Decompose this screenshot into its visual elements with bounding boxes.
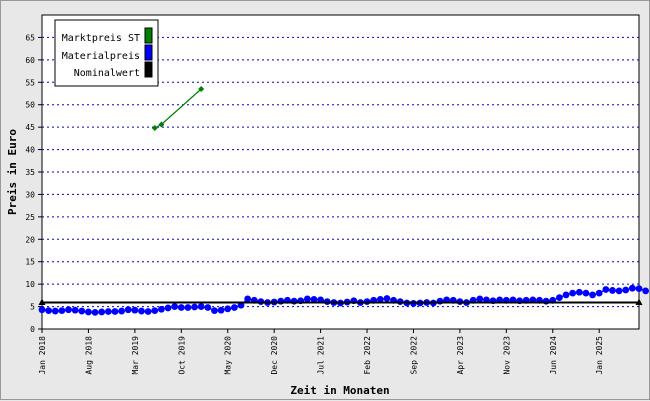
series-1-point-60 [436, 297, 444, 305]
y-tick-label-0: 0 [30, 325, 35, 334]
y-tick-label-5: 5 [30, 303, 35, 312]
x-tick-label-6: Jul 2021 [317, 336, 326, 375]
series-1-point-88 [622, 286, 630, 294]
series-1-point-1 [45, 307, 53, 315]
series-1-point-84 [595, 289, 603, 297]
x-tick-label-1: Aug 2018 [84, 336, 93, 375]
legend-label-marktpreis: Marktpreis ST [62, 33, 140, 44]
series-1-point-18 [158, 305, 165, 313]
y-tick-label-35: 35 [25, 168, 35, 177]
legend-swatch-marktpreis [144, 27, 153, 44]
series-1-point-19 [164, 304, 172, 312]
x-tick-label-7: Feb 2022 [363, 336, 372, 375]
x-tick-label-0: Jan 2018 [38, 336, 47, 375]
x-tick-label-3: Oct 2019 [177, 336, 186, 375]
y-tick-label-25: 25 [25, 213, 35, 222]
y-tick-label-10: 10 [25, 280, 35, 289]
chart-frame: 0 5 10 15 20 25 30 35 40 45 50 55 60 65 Jan 2018 Aug 2… [0, 0, 650, 400]
x-tick-label-4: May 2020 [224, 336, 233, 375]
series-1-point-9 [98, 308, 106, 316]
series-1-point-28 [224, 305, 232, 313]
series-1-point-66 [476, 295, 484, 303]
series-1-point-23 [191, 303, 198, 311]
legend-swatch-nominalwert [144, 61, 153, 78]
series-1-point-16 [144, 308, 152, 315]
y-tick-label-50: 50 [25, 101, 35, 110]
series-1-point-22 [184, 304, 192, 311]
series-1-point-90 [635, 285, 643, 293]
y-tick-label-40: 40 [25, 146, 35, 155]
series-1-point-52 [383, 295, 391, 302]
x-tick-label-5: Dec 2020 [270, 336, 279, 375]
series-1-point-31 [244, 295, 252, 303]
y-tick-label-55: 55 [25, 78, 35, 87]
series-1-point-7 [85, 308, 92, 316]
series-1-point-6 [78, 307, 86, 315]
series-1-point-27 [217, 306, 225, 314]
series-1-point-85 [602, 286, 610, 293]
series-1-point-81 [575, 288, 583, 296]
series-1-point-87 [615, 287, 623, 295]
price-chart: 0 5 10 15 20 25 30 35 40 45 50 55 60 65 Jan 2018 Aug 2… [6, 14, 650, 397]
series-1-point-13 [124, 306, 132, 314]
y-axis: 0 5 10 15 20 25 30 35 40 45 50 55 60 65 [25, 33, 42, 334]
series-1-point-26 [211, 307, 218, 315]
series-1-point-40 [303, 295, 311, 303]
series-1-point-86 [609, 287, 616, 294]
y-tick-label-65: 65 [25, 33, 35, 42]
series-1-point-89 [628, 284, 636, 292]
series-1-point-4 [65, 306, 72, 314]
x-tick-label-2: Mar 2019 [131, 336, 140, 375]
y-axis-title: Preis in Euro [6, 129, 19, 215]
legend-swatch-materialpreis [144, 44, 153, 61]
legend-label-nominalwert: Nominalwert [74, 68, 140, 79]
x-axis: Jan 2018 Aug 2018 Mar 2019 Oct 2019 May 2020… [38, 329, 604, 375]
y-tick-label-20: 20 [25, 235, 35, 244]
series-1-point-38 [290, 297, 298, 305]
series-1-point-91 [642, 287, 650, 295]
series-1-point-25 [204, 304, 212, 311]
series-1-point-14 [131, 306, 139, 314]
y-tick-label-60: 60 [25, 56, 35, 65]
series-1-point-76 [542, 297, 550, 305]
series-1-point-0 [38, 306, 46, 314]
series-1-point-2 [51, 307, 59, 315]
y-tick-label-30: 30 [25, 190, 35, 199]
series-1-point-83 [589, 291, 596, 299]
y-tick-label-45: 45 [25, 123, 35, 132]
series-1-point-82 [582, 289, 590, 297]
series-1-point-29 [230, 304, 238, 311]
series-1-point-5 [71, 306, 79, 314]
x-axis-title: Zeit in Monaten [290, 384, 389, 397]
series-1-point-17 [151, 307, 159, 315]
x-tick-label-10: Nov 2023 [502, 336, 511, 375]
x-tick-label-8: Sep 2022 [409, 336, 418, 375]
legend: Marktpreis ST Materialpreis Nominalwert [54, 19, 159, 87]
y-tick-label-15: 15 [25, 258, 35, 267]
series-1-point-36 [277, 297, 285, 305]
legend-label-materialpreis: Materialpreis [62, 51, 140, 62]
series-1-point-10 [104, 308, 112, 315]
x-tick-label-11: Jun 2024 [549, 336, 558, 375]
series-1-point-21 [177, 304, 185, 311]
x-tick-label-9: Apr 2023 [456, 336, 465, 375]
series-1-point-15 [138, 307, 145, 315]
series-1-point-79 [562, 291, 570, 299]
series-1-point-20 [171, 303, 179, 310]
series-1-point-80 [569, 289, 577, 297]
x-tick-label-12: Jan 2025 [595, 336, 604, 375]
series-1-point-78 [556, 294, 563, 301]
series-1-point-12 [118, 307, 125, 315]
series-1-point-3 [58, 307, 66, 315]
series-1-point-11 [111, 308, 119, 315]
series-1-point-24 [197, 303, 205, 310]
series-1-point-8 [91, 309, 99, 316]
